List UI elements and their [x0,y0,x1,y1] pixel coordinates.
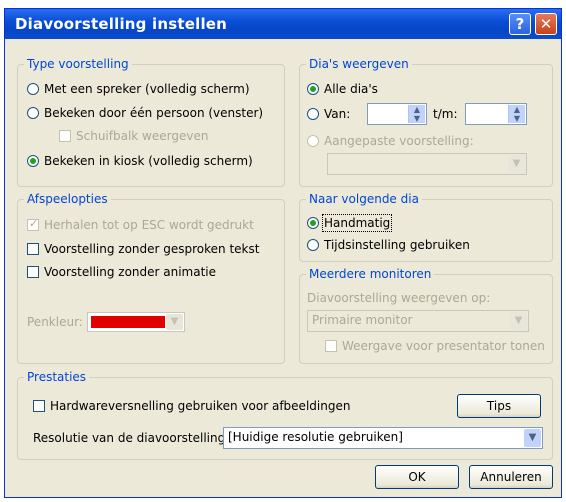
title-bar[interactable]: Diavoorstelling instellen ? ✕ [5,9,561,39]
radio-person-icon[interactable] [27,107,39,119]
radio-kiosk-icon[interactable] [27,155,39,167]
radio-all-slides-label: Alle dia's [324,82,378,96]
radio-person[interactable]: Bekeken door één persoon (venster) [27,106,263,120]
help-button[interactable]: ? [509,13,531,35]
checkbox-no-animation-label: Voorstelling zonder animatie [44,265,217,279]
performance-group-legend: Prestaties [27,370,87,384]
checkbox-hw-accel-label: Hardwareversnelling gebruiken voor afbee… [50,399,351,413]
resolution-value: [Huidige resolutie gebruiken] [228,430,403,444]
pen-color-picker[interactable]: ▼ [87,312,185,332]
playback-group-legend: Afspeelopties [27,192,108,206]
dialog-window: Diavoorstelling instellen ? ✕ Type voors… [4,8,562,498]
help-icon: ? [515,15,525,33]
checkbox-hw-accel[interactable]: Hardwareversnelling gebruiken voor afbee… [33,399,350,413]
checkbox-scrollbar[interactable]: Schuifbalk weergeven [59,129,208,143]
radio-speaker-icon[interactable] [27,83,39,95]
radio-timings-label: Tijdsinstelling gebruiken [324,238,470,252]
to-spinner[interactable]: ▲ ▼ [465,103,527,125]
pen-color-row: Penkleur: ▼ [27,312,217,335]
monitors-group-legend: Meerdere monitoren [309,267,432,281]
checkbox-loop-icon[interactable] [27,217,39,231]
radio-speaker-label: Met een spreker (volledig scherm) [44,82,250,96]
cancel-button[interactable]: Annuleren [469,465,553,489]
radio-manual-icon[interactable] [307,217,319,229]
radio-all-slides-icon[interactable] [307,83,319,95]
checkbox-presenter-view-label: Weergave voor presentator tonen [342,339,545,353]
from-spin-icon[interactable]: ▲ ▼ [408,105,425,123]
type-group-legend: Type voorstelling [27,57,129,71]
to-label: t/m: [433,107,458,121]
radio-timings[interactable]: Tijdsinstelling gebruiken [307,238,470,252]
radio-custom-show-label: Aangepaste voorstelling: [324,134,474,148]
radio-manual[interactable]: Handmatig [307,214,393,232]
radio-speaker[interactable]: Met een spreker (volledig scherm) [27,82,250,96]
checkbox-presenter-view[interactable]: Weergave voor presentator tonen [325,339,545,353]
monitor-value: Primaire monitor [312,313,413,327]
checkbox-no-animation-icon[interactable] [27,266,39,278]
advance-group-legend: Naar volgende dia [309,192,419,206]
close-icon: ✕ [539,15,553,33]
checkbox-loop[interactable]: Herhalen tot op ESC wordt gedrukt [27,217,254,232]
radio-from[interactable]: Van: [307,107,350,121]
resolution-select[interactable]: [Huidige resolutie gebruiken] ▼ [223,427,543,449]
pen-color-swatch [91,316,165,328]
resolution-label: Resolutie van de diavoorstelling: [33,431,230,445]
radio-from-icon[interactable] [307,108,319,120]
tips-button[interactable]: Tips [457,394,541,418]
to-spin-icon[interactable]: ▲ ▼ [508,105,525,123]
show-on-label: Diavoorstelling weergeven op: [307,291,491,305]
checkbox-no-narration-label: Voorstelling zonder gesproken tekst [44,242,260,256]
checkbox-scrollbar-label: Schuifbalk weergeven [76,129,209,143]
chevron-down-icon[interactable]: ▼ [508,155,525,173]
radio-person-label: Bekeken door één persoon (venster) [44,106,264,120]
radio-from-label: Van: [324,107,351,121]
radio-all-slides[interactable]: Alle dia's [307,82,378,96]
radio-custom-show-icon[interactable] [307,135,319,147]
close-button[interactable]: ✕ [535,13,557,35]
chevron-down-icon[interactable]: ▼ [510,312,527,330]
chevron-down-icon[interactable]: ▼ [524,429,541,447]
radio-kiosk[interactable]: Bekeken in kiosk (volledig scherm) [27,154,253,168]
radio-custom-show[interactable]: Aangepaste voorstelling: [307,134,474,148]
checkbox-loop-label: Herhalen tot op ESC wordt gedrukt [44,218,254,232]
checkbox-hw-accel-icon[interactable] [33,400,45,412]
checkbox-no-narration-icon[interactable] [27,243,39,255]
monitor-select[interactable]: Primaire monitor ▼ [307,310,529,332]
chevron-down-icon[interactable]: ▼ [166,314,183,330]
slides-group-legend: Dia's weergeven [309,57,409,71]
checkbox-no-animation[interactable]: Voorstelling zonder animatie [27,265,216,279]
radio-timings-icon[interactable] [307,239,319,251]
checkbox-no-narration[interactable]: Voorstelling zonder gesproken tekst [27,242,259,256]
custom-show-select[interactable]: ▼ [327,153,527,175]
pen-color-label: Penkleur: [27,315,83,329]
ok-button[interactable]: OK [375,465,459,489]
checkbox-scrollbar-icon[interactable] [59,130,71,142]
radio-kiosk-label: Bekeken in kiosk (volledig scherm) [44,154,253,168]
from-spinner[interactable]: ▲ ▼ [367,103,427,125]
radio-manual-label: Handmatig [321,214,393,232]
checkbox-presenter-view-icon[interactable] [325,340,337,352]
dialog-title: Diavoorstelling instellen [15,15,228,33]
